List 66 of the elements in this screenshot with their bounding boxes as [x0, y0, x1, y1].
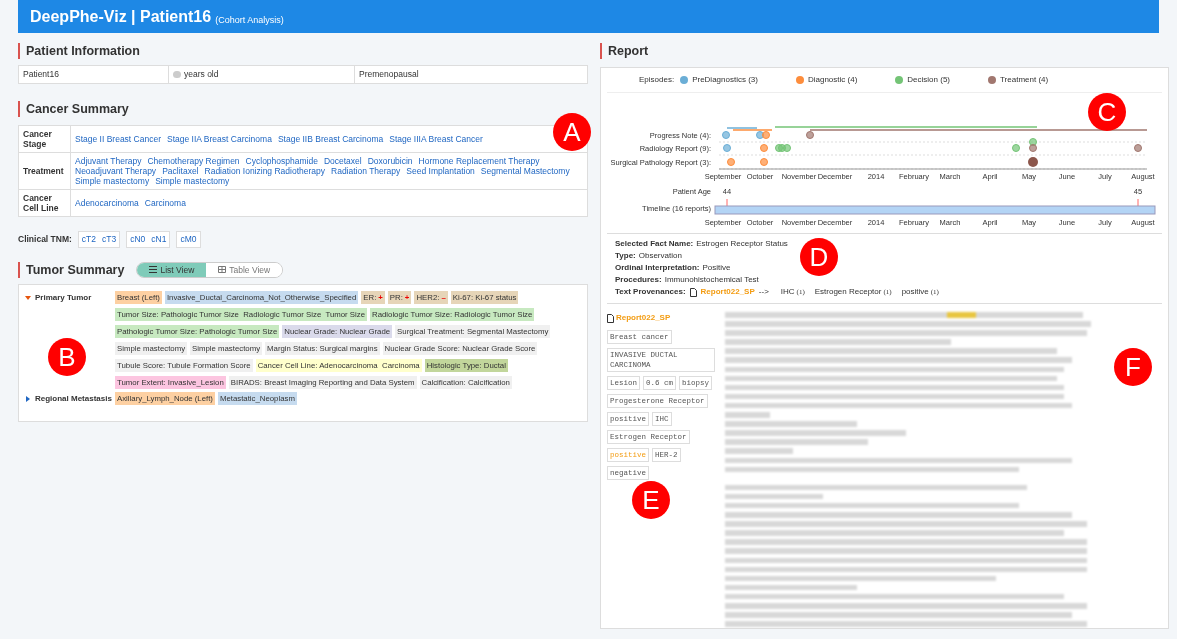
concept-link[interactable]: Simple mastectomy — [75, 175, 150, 186]
concept-link[interactable]: Paclitaxel — [162, 165, 199, 176]
concept-link[interactable]: Neoadjuvant Therapy — [75, 165, 157, 176]
arrow-text: --> — [758, 286, 769, 298]
concept-link[interactable]: Cyclophosphamide — [245, 155, 318, 166]
fact-key: Type: — [615, 250, 636, 262]
view-toggle[interactable]: List View — [137, 262, 207, 278]
episode-label[interactable]: PreDiagnostics (3) — [692, 74, 758, 86]
episode-label[interactable]: Diagnostic (4) — [807, 74, 858, 86]
row-label: Cancer Stage — [19, 125, 71, 152]
concept-link[interactable]: Stage IIIA Breast Cancer — [389, 133, 483, 144]
annotation-marker: A — [553, 113, 591, 151]
tumor-name: Primary Tumor — [35, 292, 92, 305]
fact-value: Immunohistochemical Test — [664, 274, 759, 286]
fact-value: Positive — [702, 262, 731, 274]
tnm-value[interactable]: cN0 — [130, 232, 146, 246]
tnm-value[interactable]: cT2 — [81, 232, 96, 246]
concept-link[interactable]: Segmental Mastectomy — [480, 165, 570, 176]
fact-key: Text Provenances: — [615, 286, 686, 298]
provenance-term[interactable]: positive — [901, 286, 929, 298]
caret-down-icon[interactable] — [25, 295, 31, 302]
patient-name: Patient16 — [19, 66, 169, 83]
document-icon — [607, 313, 614, 323]
concept-link[interactable]: Stage IIB Breast Carcinoma — [277, 133, 384, 144]
row-label: Treatment — [19, 152, 71, 189]
redacted-icon — [173, 70, 181, 78]
app-title: DeepPhe-Viz | Patient16 — [30, 9, 212, 25]
episodes-label: Episodes: — [639, 74, 675, 86]
document-icon — [689, 287, 697, 297]
concept-link[interactable]: Chemotherapy Regimen — [147, 155, 240, 166]
row-label: Cancer Cell Line — [19, 189, 71, 216]
concept-link[interactable]: Adenocarcinoma — [75, 197, 139, 208]
concept-link[interactable]: Hormone Replacement Therapy — [418, 155, 540, 166]
tnm-label: Clinical TNM: — [18, 232, 72, 246]
concept-link[interactable]: Stage II Breast Cancer — [75, 133, 161, 144]
concept-link[interactable]: Doxorubicin — [367, 155, 413, 166]
section-heading: Tumor Summary — [18, 261, 125, 278]
concept-link[interactable]: Adjuvant Therapy — [75, 155, 142, 166]
section-heading: Report — [600, 43, 1169, 59]
concept-link[interactable]: Radiation Ionizing Radiotherapy — [204, 165, 325, 176]
app-subtitle: (Cohort Analysis) — [215, 16, 284, 25]
list-icon — [149, 266, 158, 274]
fact-key: Procedures: — [615, 274, 662, 286]
fact-key: Selected Fact Name: — [615, 238, 694, 250]
concept-link[interactable]: Radiation Therapy — [331, 165, 401, 176]
concept-link[interactable]: Seed Implantation — [406, 165, 475, 176]
menopausal-status: Premenopausal — [358, 68, 420, 81]
tumor-name: Regional Metastasis — [35, 393, 112, 406]
patient-age: years old — [169, 66, 355, 83]
tnm-value[interactable]: cM0 — [180, 232, 197, 246]
provenance-term[interactable]: IHC — [780, 286, 795, 298]
fact-value: Observation — [638, 250, 682, 262]
fact-key: Ordinal Interpretation: — [615, 262, 700, 274]
episode-label[interactable]: Decision (5) — [907, 74, 950, 86]
section-heading: Patient Information — [18, 43, 588, 59]
concept-link[interactable]: Docetaxel — [323, 155, 362, 166]
tnm-value[interactable]: cT3 — [102, 232, 117, 246]
table-icon — [218, 266, 227, 274]
concept-link[interactable]: Carcinoma — [144, 197, 186, 208]
episode-label[interactable]: Treatment (4) — [1000, 74, 1049, 86]
tnm-value[interactable]: cN1 — [151, 232, 167, 246]
concept-link[interactable]: Stage IIA Breast Carcinoma — [167, 133, 272, 144]
concept-link[interactable]: Simple mastectomy — [155, 175, 230, 186]
fact-value: Estrogen Receptor Status — [696, 238, 788, 250]
caret-right-icon[interactable] — [25, 396, 31, 403]
provenance-term[interactable]: Estrogen Receptor — [814, 286, 882, 298]
